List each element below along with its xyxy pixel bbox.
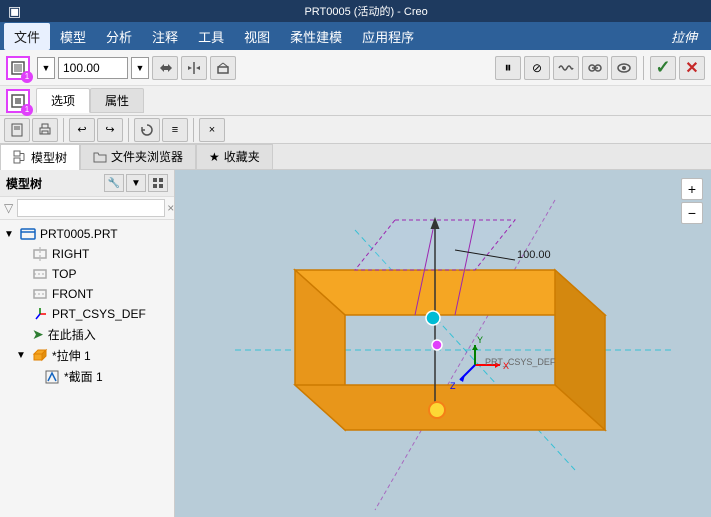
svg-text:Y: Y (477, 335, 483, 345)
new-btn[interactable] (4, 118, 30, 142)
menu-apps[interactable]: 应用程序 (352, 23, 424, 50)
zoom-controls: + − (681, 178, 703, 224)
no-btn[interactable]: ⊘ (524, 56, 550, 80)
eye-btn[interactable] (611, 56, 637, 80)
window-title: PRT0005 (活动的) - Creo (29, 3, 703, 19)
depth-dropdown[interactable]: ▼ (131, 57, 149, 79)
plane-icon-top (32, 266, 48, 282)
sidebar-filter: ▽ × + (0, 197, 174, 220)
svg-text:Z: Z (450, 381, 456, 391)
tree-label-csys: PRT_CSYS_DEF (52, 307, 146, 321)
menu-bar: 文件 模型 分析 注释 工具 视图 柔性建模 应用程序 拉伸 (0, 22, 711, 50)
nav-tabs: 模型树 文件夹浏览器 ★ 收藏夹 (0, 144, 711, 170)
svg-text:100.00: 100.00 (517, 249, 551, 261)
menu-flexible[interactable]: 柔性建模 (280, 23, 352, 50)
menu-file[interactable]: 文件 (4, 23, 50, 50)
tree-label-sketch: *截面 1 (64, 368, 103, 385)
main-content: 模型树 🔧 ▼ ▽ × + ▼ PR (0, 170, 711, 517)
nav-tab-model-tree-label: 模型树 (31, 149, 67, 166)
undo-btn[interactable]: ↩ (69, 118, 95, 142)
insert-icon: ➤ (32, 326, 44, 343)
tree-area: ▼ PRT0005.PRT RIGHT TOP FRONT (0, 220, 174, 517)
plane-icon-front (32, 286, 48, 302)
filter-icon: ▽ (4, 201, 13, 215)
tree-label-right: RIGHT (52, 247, 89, 261)
expand-root-icon: ▼ (4, 229, 16, 240)
sketch-icon (44, 369, 60, 385)
tab-properties[interactable]: 属性 (90, 88, 144, 113)
sidebar: 模型树 🔧 ▼ ▽ × + ▼ PR (0, 170, 175, 517)
sidebar-header: 模型树 🔧 ▼ (0, 170, 174, 197)
title-bar: ▣ PRT0005 (活动的) - Creo (0, 0, 711, 22)
filter-input[interactable] (17, 199, 165, 217)
toolbar2: ↩ ↪ ≡ × (0, 116, 711, 144)
tree-item-right[interactable]: RIGHT (0, 244, 174, 264)
tree-label-front: FRONT (52, 287, 93, 301)
tree-item-insert[interactable]: ➤ 在此插入 (0, 324, 174, 345)
sidebar-title: 模型树 (6, 175, 104, 192)
flip-btn[interactable] (152, 56, 178, 80)
tree-item-top[interactable]: TOP (0, 264, 174, 284)
filter-close-icon[interactable]: × (167, 201, 174, 215)
sidebar-tools: 🔧 ▼ (104, 174, 168, 192)
more-btn[interactable]: ≡ (162, 118, 188, 142)
wave-btn[interactable] (553, 56, 579, 80)
zoom-out-btn[interactable]: − (681, 202, 703, 224)
menu-extrude[interactable]: 拉伸 (661, 23, 707, 50)
badge-2: 1 (21, 104, 33, 116)
link-btn[interactable] (582, 56, 608, 80)
menu-analysis[interactable]: 分析 (96, 23, 142, 50)
pause-btn[interactable]: ⏸ (495, 56, 521, 80)
svg-text:PRT_CSYS_DEF: PRT_CSYS_DEF (485, 357, 556, 367)
wrench-btn[interactable]: 🔧 (104, 174, 124, 192)
placement-icon[interactable]: 1 (6, 89, 30, 113)
menu-view[interactable]: 视图 (234, 23, 280, 50)
menu-annotation[interactable]: 注释 (142, 23, 188, 50)
tree-item-root[interactable]: ▼ PRT0005.PRT (0, 224, 174, 244)
close-btn2[interactable]: × (199, 118, 225, 142)
nav-tab-folder-label: 文件夹浏览器 (111, 148, 183, 165)
root-icon (20, 226, 36, 242)
tree-label-root: PRT0005.PRT (40, 227, 118, 241)
tree-item-sketch[interactable]: *截面 1 (0, 366, 174, 387)
3d-scene: 100.00 X Y Z P (175, 170, 711, 517)
zoom-in-btn[interactable]: + (681, 178, 703, 200)
tree-item-extrude[interactable]: ▼ *拉伸 1 (0, 345, 174, 366)
expand-btn[interactable]: ▼ (126, 174, 146, 192)
symmetric-btn[interactable] (181, 56, 207, 80)
extrude-type-btn[interactable]: 1 (6, 56, 30, 80)
tree-label-extrude: *拉伸 1 (52, 347, 91, 364)
grid-btn[interactable] (148, 174, 168, 192)
menu-tools[interactable]: 工具 (188, 23, 234, 50)
accept-btn[interactable]: ✓ (650, 56, 676, 80)
nav-tab-favorites[interactable]: ★ 收藏夹 (196, 144, 273, 170)
print-btn[interactable] (32, 118, 58, 142)
viewport[interactable]: 100.00 X Y Z P (175, 170, 711, 517)
cap-btn[interactable] (210, 56, 236, 80)
regen-btn[interactable] (134, 118, 160, 142)
tab-options[interactable]: 选项 (36, 88, 90, 113)
nav-tab-favorites-label: 收藏夹 (224, 148, 260, 165)
nav-tab-folder[interactable]: 文件夹浏览器 (80, 144, 196, 170)
extrude-feature-icon (32, 348, 48, 364)
plane-icon-right (32, 246, 48, 262)
sub-toolbar: 1 选项 属性 (0, 86, 711, 116)
tree-item-front[interactable]: FRONT (0, 284, 174, 304)
cancel-btn[interactable]: ✕ (679, 56, 705, 80)
extrude-toolbar: 1 ▼ ▼ ⏸ ⊘ ✓ ✕ (0, 50, 711, 86)
type-dropdown[interactable]: ▼ (37, 57, 55, 79)
redo-btn[interactable]: ↪ (97, 118, 123, 142)
depth-input[interactable] (58, 57, 128, 79)
badge-1: 1 (21, 71, 33, 83)
app-icon: ▣ (8, 3, 21, 20)
tree-item-csys[interactable]: PRT_CSYS_DEF (0, 304, 174, 324)
tree-label-insert: 在此插入 (48, 326, 96, 343)
nav-tab-model-tree[interactable]: 模型树 (0, 144, 80, 170)
expand-extrude-icon: ▼ (16, 350, 28, 361)
menu-model[interactable]: 模型 (50, 23, 96, 50)
tree-label-top: TOP (52, 267, 76, 281)
csys-icon (32, 306, 48, 322)
